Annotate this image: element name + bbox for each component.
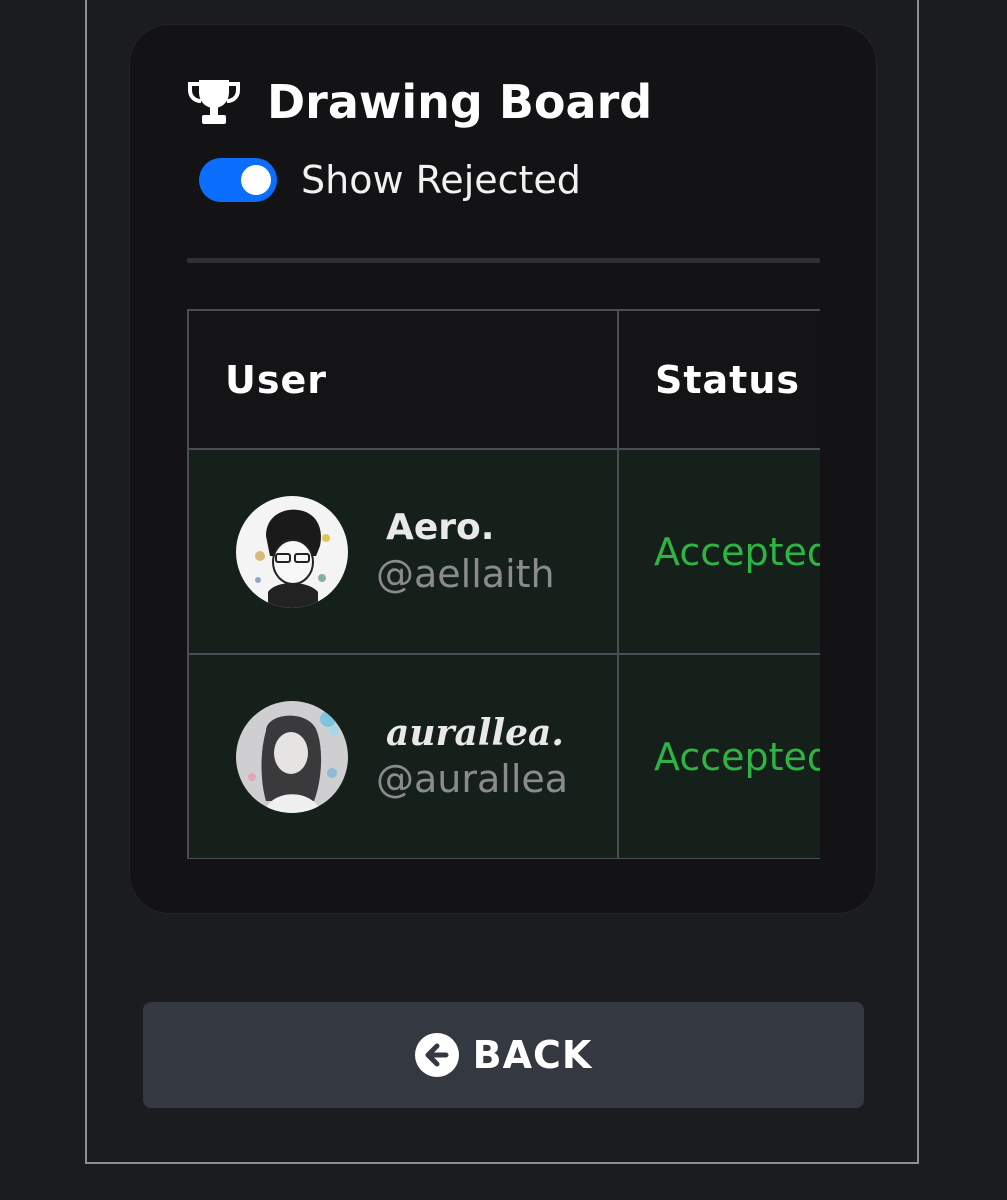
status-text: Accepted [654, 529, 820, 574]
back-button[interactable]: BACK [143, 1002, 864, 1108]
show-rejected-toggle-row: Show Rejected [199, 154, 581, 206]
user-cell: Aero. @aellaith [187, 448, 619, 655]
avatar [236, 495, 348, 608]
user-handle: @aellaith [376, 551, 555, 596]
trophy-icon [187, 75, 241, 129]
toggle-knob [241, 165, 271, 195]
status-cell: Accepted [617, 448, 820, 655]
board-header: Drawing Board [187, 70, 652, 134]
submissions-table-container[interactable]: User Status Aero. @aellaith Accepted aur… [187, 309, 820, 859]
table-header-row: User Status [187, 309, 820, 450]
board-title: Drawing Board [267, 75, 653, 129]
status-text: Accepted [654, 734, 820, 779]
status-cell: Accepted [617, 653, 820, 859]
column-header-status: Status [617, 309, 820, 450]
user-cell: aurallea. @aurallea [187, 653, 619, 859]
show-rejected-label: Show Rejected [301, 158, 581, 202]
user-display-name: Aero. [386, 506, 495, 548]
user-display-name: aurallea. [386, 711, 564, 754]
avatar [236, 700, 348, 813]
submissions-table: User Status Aero. @aellaith Accepted aur… [187, 309, 820, 859]
table-row: aurallea. @aurallea Accepted [187, 653, 820, 859]
column-header-user: User [187, 309, 619, 450]
table-row: Aero. @aellaith Accepted [187, 448, 820, 655]
divider [187, 258, 820, 263]
user-handle: @aurallea [376, 756, 569, 801]
arrow-left-circle-icon [414, 1033, 459, 1077]
back-button-label: BACK [472, 1033, 593, 1077]
show-rejected-toggle[interactable] [199, 158, 277, 202]
